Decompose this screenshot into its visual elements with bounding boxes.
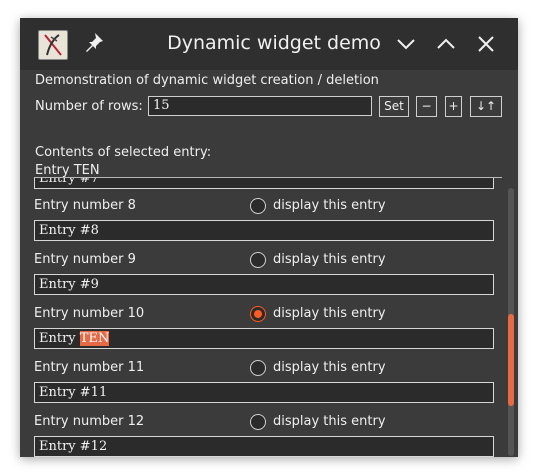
rows-input[interactable]: 15 <box>148 96 372 116</box>
display-radio[interactable] <box>250 414 266 430</box>
rows-label: Number of rows: <box>35 99 143 114</box>
row-label: Entry number 12 <box>34 414 145 429</box>
chevron-down-icon[interactable] <box>394 32 418 56</box>
chevron-up-icon[interactable] <box>434 32 458 56</box>
selected-entry-value: Entry TEN <box>35 163 100 178</box>
title-bar[interactable]: Dynamic widget demo <box>20 18 518 70</box>
entry-field[interactable]: Entry #12 <box>34 436 494 457</box>
decrement-button[interactable]: − <box>416 96 437 117</box>
entry-field[interactable]: Entry #8 <box>34 220 494 241</box>
display-radio[interactable] <box>250 360 266 376</box>
display-radio[interactable] <box>250 252 266 268</box>
pin-icon[interactable] <box>82 30 106 54</box>
radio-label[interactable]: display this entry <box>273 252 386 267</box>
display-radio[interactable] <box>250 198 266 214</box>
radio-label[interactable]: display this entry <box>273 306 386 321</box>
row-label: Entry number 9 <box>34 252 136 267</box>
row-label: Entry number 11 <box>34 360 145 375</box>
selected-entry-label: Contents of selected entry: <box>35 145 212 160</box>
entry-field-selected[interactable]: Entry TEN <box>34 328 494 349</box>
window-title: Dynamic widget demo <box>167 32 381 54</box>
description-label: Demonstration of dynamic widget creation… <box>35 73 379 88</box>
entry-field[interactable]: Entry #7 <box>34 178 494 189</box>
radio-label[interactable]: display this entry <box>273 360 386 375</box>
sort-button[interactable]: ↓↑ <box>470 96 502 117</box>
row-label: Entry number 10 <box>34 306 145 321</box>
selected-text: TEN <box>79 331 110 346</box>
display-radio-selected[interactable] <box>250 306 266 322</box>
set-button[interactable]: Set <box>379 96 409 117</box>
entry-list: Entry #7 Entry number 8 display this ent… <box>34 178 504 457</box>
main-content: Demonstration of dynamic widget creation… <box>34 70 514 457</box>
row-label: Entry number 8 <box>34 198 136 213</box>
increment-button[interactable]: + <box>445 96 462 117</box>
tk-feather-icon <box>38 30 68 60</box>
radio-label[interactable]: display this entry <box>273 414 386 429</box>
app-window: Dynamic widget demo Demonstration of dyn… <box>20 18 518 457</box>
radio-label[interactable]: display this entry <box>273 198 386 213</box>
close-icon[interactable] <box>474 32 498 56</box>
entry-field[interactable]: Entry #9 <box>34 274 494 295</box>
entry-field[interactable]: Entry #11 <box>34 382 494 403</box>
scrollbar-thumb[interactable] <box>508 314 514 406</box>
